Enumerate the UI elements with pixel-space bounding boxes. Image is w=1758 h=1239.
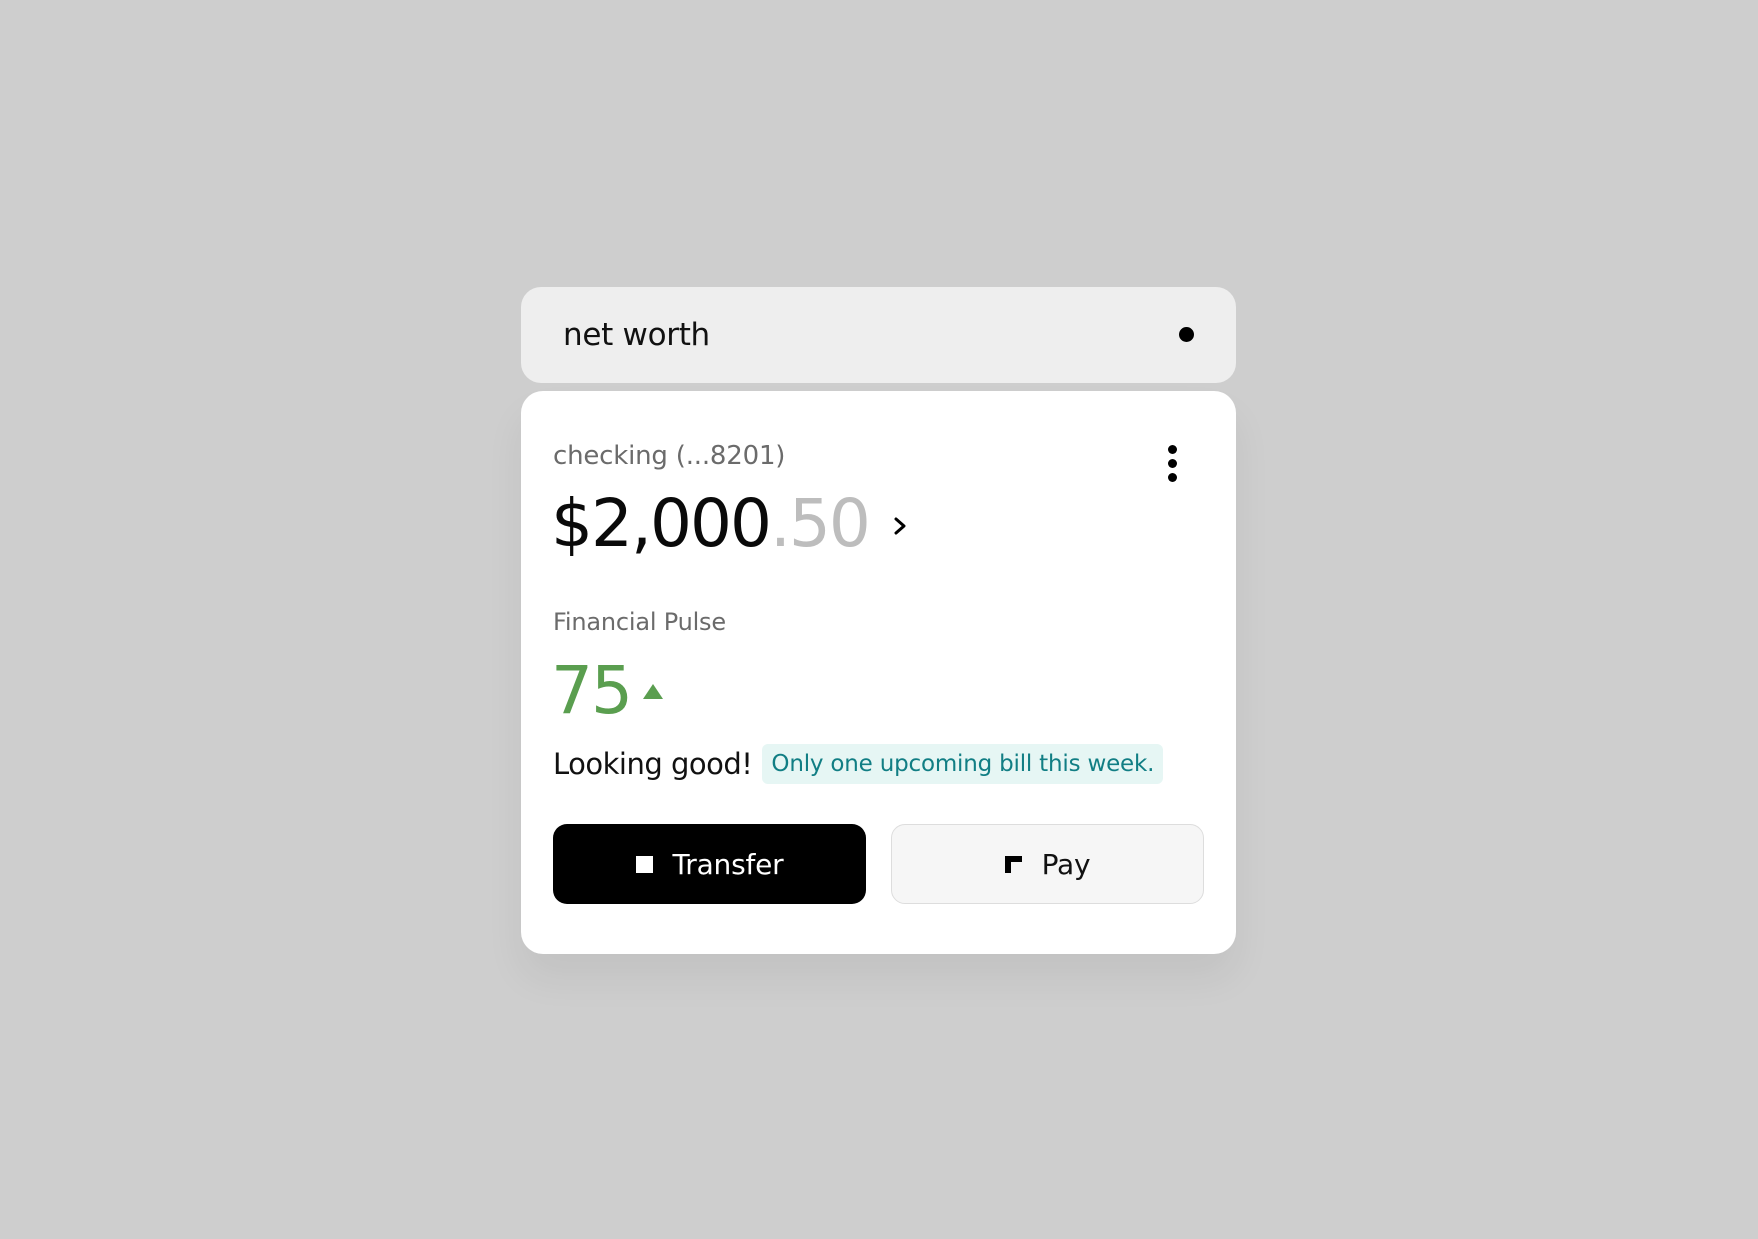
vertical-ellipsis-icon (1168, 473, 1177, 482)
vertical-ellipsis-icon (1168, 459, 1177, 468)
financial-pulse-label: Financial Pulse (553, 608, 726, 636)
header-title: net worth (563, 317, 710, 353)
status-text: Looking good! (553, 747, 753, 781)
upcoming-bill-note: Only one upcoming bill this week. (762, 744, 1164, 784)
account-card: checking (...8201) $2,000 .50 Financial … (521, 391, 1236, 954)
account-label: checking (...8201) (553, 441, 786, 471)
transfer-label: Transfer (672, 847, 784, 881)
corner-bracket-icon (1004, 855, 1022, 873)
transfer-button[interactable]: Transfer (553, 824, 866, 904)
pulse-score: 75 (551, 652, 633, 729)
balance-amount: $2,000 (551, 485, 772, 562)
net-worth-header[interactable]: net worth (521, 287, 1236, 383)
balance-cents: .50 (769, 485, 871, 562)
triangle-up-icon (643, 684, 663, 699)
pulse-status: Looking good! Only one upcoming bill thi… (553, 743, 1164, 785)
vertical-ellipsis-icon (1168, 445, 1177, 454)
pay-button[interactable]: Pay (891, 824, 1204, 904)
square-icon (635, 855, 653, 873)
pay-label: Pay (1041, 847, 1091, 881)
dot-icon[interactable] (1179, 327, 1194, 342)
chevron-right-icon (894, 517, 906, 535)
more-options-button[interactable] (1163, 445, 1183, 483)
balance-link[interactable]: $2,000 .50 (551, 484, 911, 564)
